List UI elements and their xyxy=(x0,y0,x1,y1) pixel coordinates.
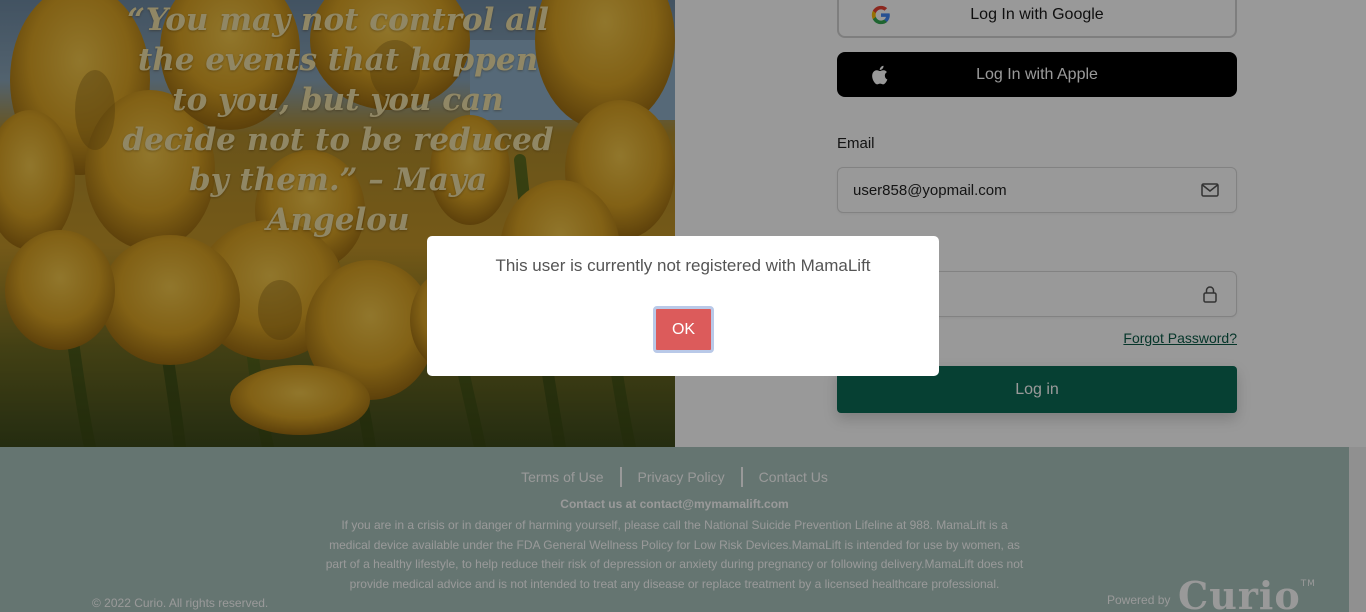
ok-button[interactable]: OK xyxy=(653,306,714,353)
alert-dialog: This user is currently not registered wi… xyxy=(427,236,939,376)
alert-message: This user is currently not registered wi… xyxy=(495,256,871,275)
